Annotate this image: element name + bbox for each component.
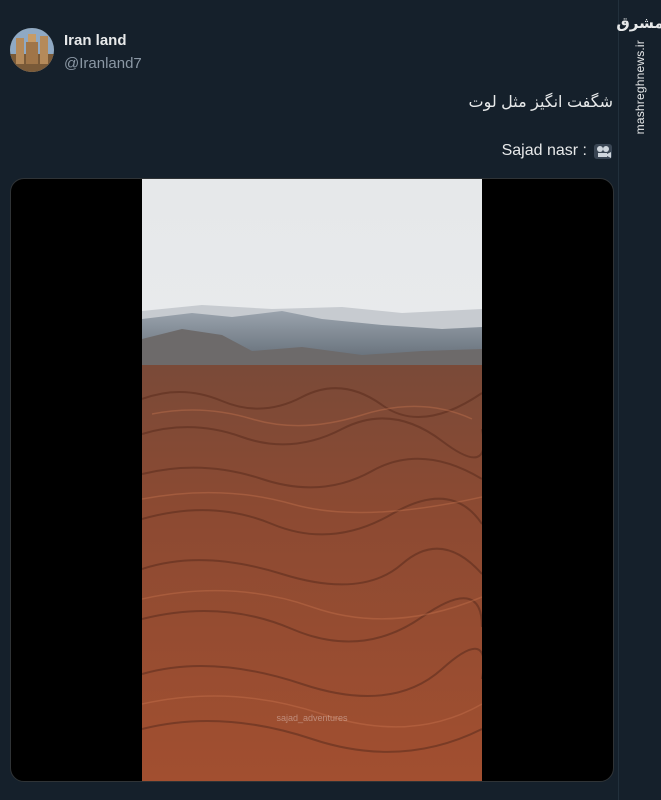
avatar-image bbox=[10, 28, 54, 72]
site-logo: مشرق bbox=[616, 14, 661, 32]
user-handle[interactable]: @Iranland7 bbox=[64, 55, 142, 72]
avatar[interactable] bbox=[10, 28, 54, 72]
video-frame[interactable]: sajad_adventures bbox=[141, 179, 485, 781]
display-name[interactable]: Iran land bbox=[64, 32, 127, 49]
desert-dunes-image: sajad_adventures bbox=[141, 179, 485, 781]
video-credit: Sajad nasr : bbox=[502, 142, 613, 160]
tweet-text: شگفت انگیز مثل لوت bbox=[468, 94, 614, 111]
tweet-video[interactable]: sajad_adventures bbox=[10, 178, 614, 782]
watermark-text: sajad_adventures bbox=[276, 713, 348, 723]
video-camera-icon bbox=[593, 142, 613, 160]
site-branding: مشرق mashreghnews.ir bbox=[616, 0, 661, 800]
site-url: mashreghnews.ir bbox=[633, 40, 647, 135]
credit-text: Sajad nasr : bbox=[501, 142, 587, 159]
